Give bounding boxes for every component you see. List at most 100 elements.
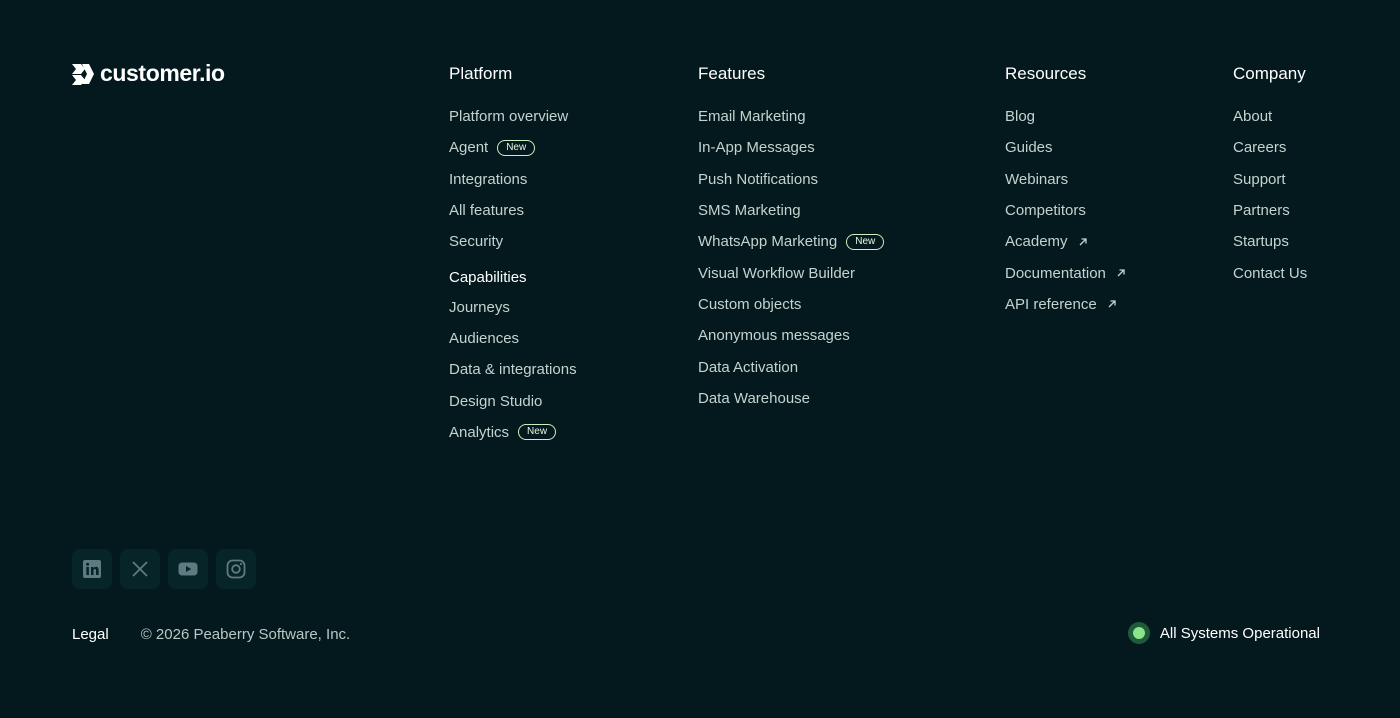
- link-label: Documentation: [1005, 264, 1106, 282]
- column-heading-features: Features: [698, 64, 766, 83]
- footer-column-features: Features Email Marketing In-App Messages…: [698, 64, 885, 414]
- link-label: Blog: [1005, 108, 1036, 126]
- footer-link-sms-marketing[interactable]: SMS Marketing: [698, 195, 884, 226]
- footer-link-careers[interactable]: Careers: [1233, 132, 1307, 163]
- external-link-icon: [1079, 238, 1087, 246]
- link-label: Competitors: [1005, 202, 1086, 220]
- footer-link-contact-us[interactable]: Contact Us: [1233, 257, 1307, 288]
- link-label: Contact Us: [1233, 264, 1308, 282]
- column-subheading-capabilities: Capabilities: [449, 269, 527, 287]
- logo[interactable]: customer.io: [72, 60, 225, 87]
- footer-link-about[interactable]: About: [1233, 101, 1307, 132]
- new-badge: New: [518, 424, 557, 441]
- footer-bottom-left: Legal © 2026 Peaberry Software, Inc.: [72, 623, 350, 645]
- footer-column-resources: Resources Blog Guides Webinars Competito…: [1005, 64, 1126, 320]
- footer-link-integrations[interactable]: Integrations: [449, 164, 577, 195]
- link-label: Careers: [1233, 139, 1287, 157]
- column-heading-resources: Resources: [1005, 64, 1087, 83]
- column-heading-platform: Platform: [449, 64, 513, 83]
- footer-link-platform-overview[interactable]: Platform overview: [449, 101, 577, 132]
- logo-text: customer.io: [100, 60, 225, 86]
- footer-column-company: Company About Careers Support Partners S…: [1233, 64, 1307, 289]
- external-link-icon: [1117, 269, 1125, 277]
- footer-link-email-marketing[interactable]: Email Marketing: [698, 101, 884, 132]
- footer-link-partners[interactable]: Partners: [1233, 195, 1307, 226]
- footer-link-guides[interactable]: Guides: [1005, 132, 1126, 163]
- footer-link-api-reference[interactable]: API reference: [1005, 289, 1126, 320]
- link-label: Agent: [449, 139, 489, 157]
- footer-link-all-features[interactable]: All features: [449, 195, 577, 226]
- footer-link-agent[interactable]: Agent New: [449, 132, 577, 163]
- linkedin-icon: [83, 560, 101, 578]
- youtube-icon: [178, 562, 198, 576]
- new-badge: New: [497, 139, 536, 156]
- footer-link-blog[interactable]: Blog: [1005, 101, 1126, 132]
- link-label: Support: [1233, 170, 1286, 188]
- status-text: All Systems Operational: [1159, 624, 1320, 642]
- instagram-link[interactable]: [216, 549, 256, 589]
- footer-column-platform: Platform Platform overview Agent New Inte…: [449, 64, 577, 448]
- link-label: Anonymous messages: [698, 327, 850, 345]
- link-label: Data Warehouse: [698, 389, 811, 407]
- link-label: About: [1233, 108, 1273, 126]
- column-heading-company: Company: [1233, 64, 1306, 83]
- link-label: Journeys: [449, 298, 510, 316]
- link-label: Custom objects: [698, 295, 802, 313]
- link-label: Data Activation: [698, 358, 799, 376]
- link-label: WhatsApp Marketing: [698, 233, 838, 251]
- youtube-link[interactable]: [168, 549, 208, 589]
- footer-link-academy[interactable]: Academy: [1005, 226, 1126, 257]
- link-label: Platform overview: [449, 108, 569, 126]
- social-links: [72, 549, 256, 589]
- footer-link-in-app-messages[interactable]: In-App Messages: [698, 132, 884, 163]
- link-label: Webinars: [1005, 170, 1069, 188]
- link-label: SMS Marketing: [698, 202, 801, 220]
- footer-link-security[interactable]: Security: [449, 226, 577, 257]
- footer-link-startups[interactable]: Startups: [1233, 226, 1307, 257]
- footer-link-journeys[interactable]: Journeys: [449, 291, 577, 322]
- link-label: Guides: [1005, 139, 1053, 157]
- footer-link-design-studio[interactable]: Design Studio: [449, 385, 577, 416]
- linkedin-link[interactable]: [72, 549, 112, 589]
- link-label: Push Notifications: [698, 170, 819, 188]
- link-label: In-App Messages: [698, 139, 815, 157]
- link-label: Email Marketing: [698, 108, 806, 126]
- footer-link-audiences[interactable]: Audiences: [449, 323, 577, 354]
- link-label: Partners: [1233, 202, 1290, 220]
- link-label: Design Studio: [449, 392, 543, 410]
- footer-link-visual-workflow-builder[interactable]: Visual Workflow Builder: [698, 257, 884, 288]
- link-label: Data & integrations: [449, 361, 577, 379]
- new-badge: New: [846, 233, 885, 250]
- customerio-logo-icon: [72, 63, 94, 85]
- x-twitter-link[interactable]: [120, 549, 160, 589]
- footer-link-whatsapp-marketing[interactable]: WhatsApp Marketing New: [698, 226, 885, 257]
- x-twitter-icon: [132, 561, 148, 577]
- legal-link[interactable]: Legal: [72, 626, 109, 643]
- external-link-icon: [1108, 300, 1116, 308]
- link-label: Startups: [1233, 233, 1289, 251]
- footer-link-push-notifications[interactable]: Push Notifications: [698, 164, 884, 195]
- site-footer: customer.io Platform Platform overview A…: [0, 0, 1400, 718]
- footer-link-competitors[interactable]: Competitors: [1005, 195, 1126, 226]
- status-indicator-icon: [1132, 627, 1145, 639]
- footer-link-analytics[interactable]: Analytics New: [449, 417, 577, 448]
- link-label: Analytics: [449, 423, 510, 441]
- footer-link-data-integrations[interactable]: Data & integrations: [449, 354, 577, 385]
- footer-link-data-activation[interactable]: Data Activation: [698, 351, 884, 382]
- link-label: API reference: [1005, 295, 1097, 313]
- copyright-text: © 2026 Peaberry Software, Inc.: [140, 625, 351, 643]
- link-label: Academy: [1005, 233, 1068, 251]
- footer-link-anonymous-messages[interactable]: Anonymous messages: [698, 320, 884, 351]
- link-label: Audiences: [449, 329, 520, 347]
- link-label: Visual Workflow Builder: [698, 264, 856, 282]
- footer-link-support[interactable]: Support: [1233, 164, 1307, 195]
- footer-link-webinars[interactable]: Webinars: [1005, 164, 1126, 195]
- footer-link-data-warehouse[interactable]: Data Warehouse: [698, 383, 884, 414]
- system-status-link[interactable]: All Systems Operational: [1132, 622, 1320, 644]
- link-label: Integrations: [449, 170, 528, 188]
- link-label: All features: [449, 202, 525, 220]
- instagram-icon: [226, 559, 246, 579]
- footer-link-custom-objects[interactable]: Custom objects: [698, 289, 884, 320]
- link-label: Security: [449, 233, 504, 251]
- footer-link-documentation[interactable]: Documentation: [1005, 257, 1126, 288]
